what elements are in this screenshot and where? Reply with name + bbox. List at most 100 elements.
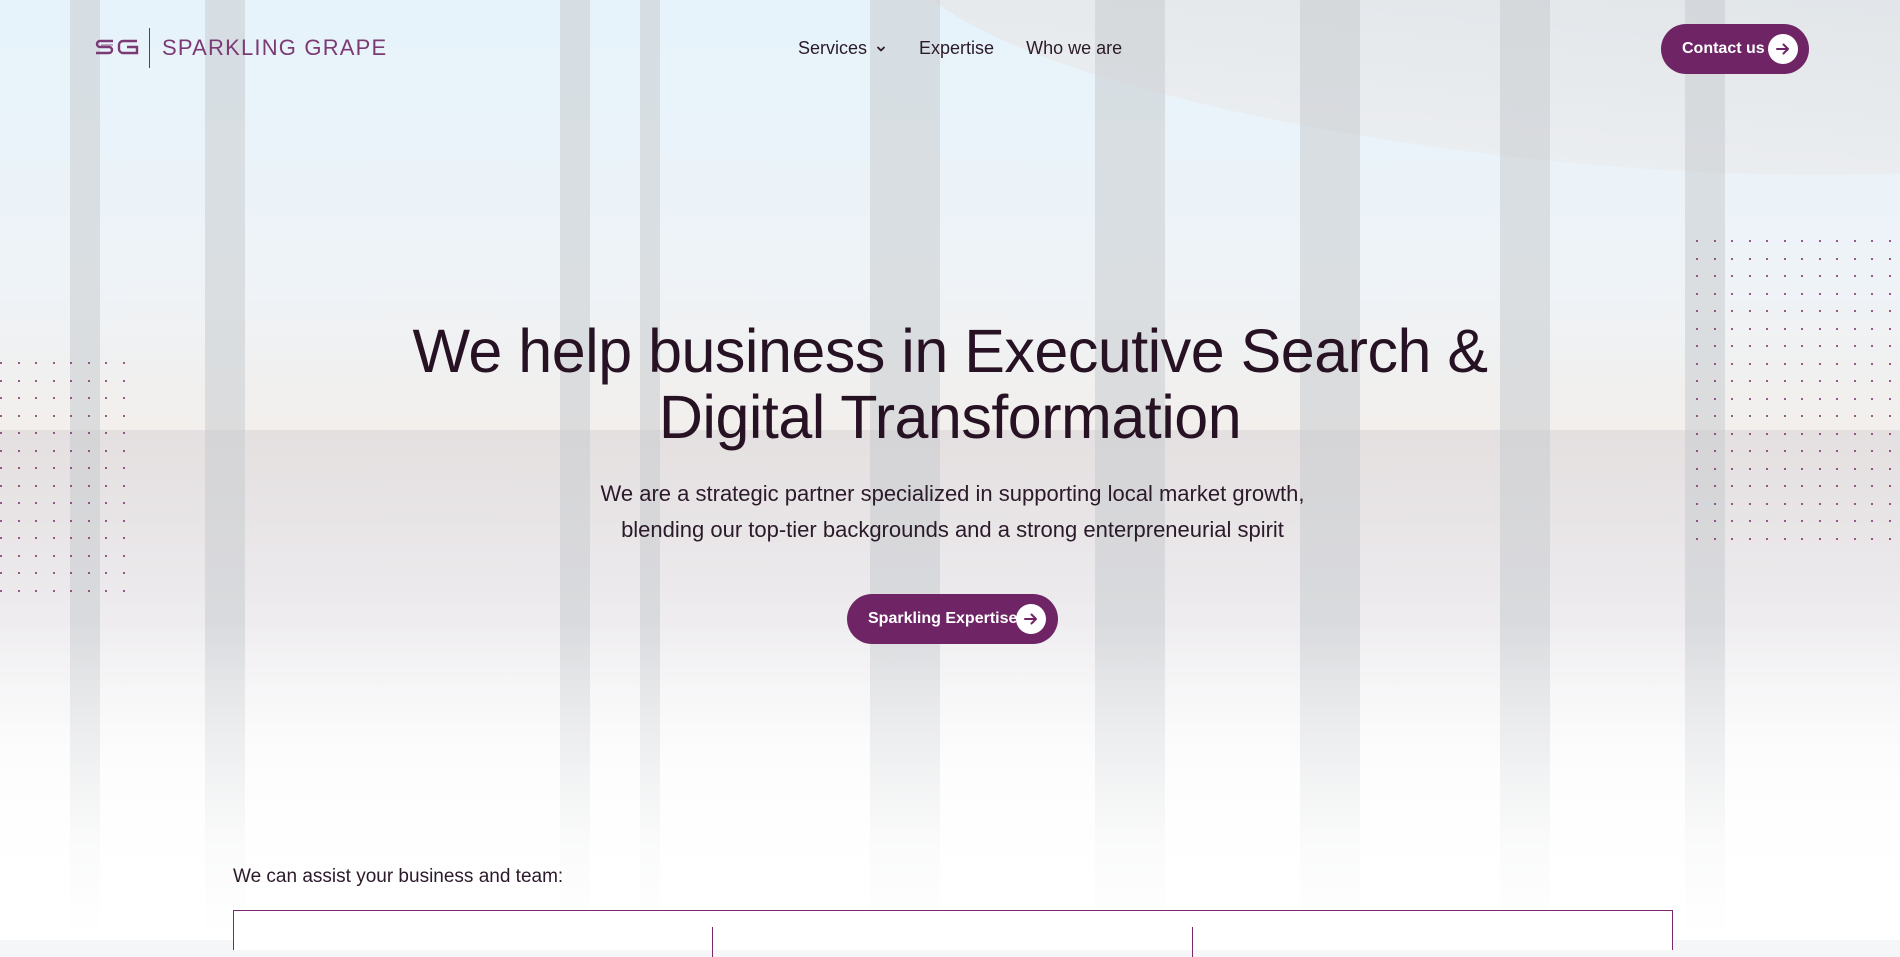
dot: [1748, 520, 1751, 522]
nav-item-expertise[interactable]: Expertise: [919, 38, 994, 59]
dot: [17, 362, 20, 364]
dot: [122, 572, 125, 574]
dot: [0, 537, 2, 539]
dot: [1888, 537, 1891, 540]
dot: [1871, 467, 1873, 470]
dot: [87, 397, 90, 399]
dot: [1713, 240, 1716, 242]
dot: [1748, 275, 1751, 277]
dot: [1766, 345, 1768, 347]
dot: [1888, 485, 1891, 487]
dot: [1871, 485, 1873, 487]
dot: [0, 589, 2, 592]
dot: [1853, 310, 1856, 312]
dot: [70, 519, 72, 522]
dot: [87, 449, 90, 452]
dot: [0, 519, 2, 522]
dot: [1696, 257, 1698, 260]
dot: [1696, 485, 1698, 487]
dot: [122, 502, 125, 504]
dot: [1801, 397, 1803, 400]
dot: [1766, 380, 1768, 382]
dot: [1888, 362, 1891, 365]
dot: [1801, 292, 1803, 295]
dot: [1888, 292, 1891, 295]
bottom-fade: [0, 620, 1900, 940]
dot: [1818, 240, 1821, 242]
contact-us-label: Contact us: [1682, 40, 1765, 57]
dot: [1713, 520, 1716, 522]
dot: [1766, 537, 1768, 540]
dot: [1731, 327, 1733, 330]
dot: [1748, 257, 1751, 260]
dot: [1696, 310, 1698, 312]
dot: [1696, 292, 1698, 295]
brand-logo[interactable]: SPARKLING GRAPE: [95, 28, 387, 68]
dot: [1783, 275, 1786, 277]
dot-pattern-left: [0, 362, 150, 592]
dot: [122, 484, 125, 487]
dot: [1836, 432, 1838, 435]
dot: [1731, 380, 1733, 382]
dot: [35, 537, 37, 539]
dot: [1836, 327, 1838, 330]
dot: [52, 397, 55, 399]
dot: [1696, 380, 1698, 382]
dot: [1766, 257, 1768, 260]
dot: [1888, 397, 1891, 400]
hero-title-line-2: Digital Transformation: [658, 383, 1242, 451]
dot: [1836, 362, 1838, 365]
dot: [1713, 327, 1716, 330]
hero-title-line-1: We help business in Executive Search &: [412, 317, 1488, 385]
nav-item-services[interactable]: Services: [798, 38, 887, 59]
nav-item-who-we-are[interactable]: Who we are: [1026, 38, 1122, 59]
dot: [1783, 257, 1786, 260]
dot: [1748, 240, 1751, 242]
contact-us-button[interactable]: Contact us: [1661, 24, 1809, 74]
dot: [1783, 485, 1786, 487]
dot: [1731, 240, 1733, 242]
dot: [17, 554, 20, 557]
dot: [1818, 292, 1821, 295]
dot: [1731, 415, 1733, 417]
dot: [1713, 310, 1716, 312]
dot: [1696, 450, 1698, 452]
dot: [1853, 520, 1856, 522]
dot: [1783, 467, 1786, 470]
dot: [52, 519, 55, 522]
dot: [87, 554, 90, 557]
dot: [1853, 257, 1856, 260]
arrow-right-icon: [1016, 604, 1046, 634]
dot: [1783, 415, 1786, 417]
dot: [1748, 432, 1751, 435]
dot: [1801, 537, 1803, 540]
dot: [1713, 292, 1716, 295]
dot: [70, 379, 72, 382]
sparkling-expertise-button[interactable]: Sparkling Expertise: [847, 594, 1058, 644]
dot: [1766, 520, 1768, 522]
dot: [1871, 275, 1873, 277]
dot: [1766, 327, 1768, 330]
dot: [70, 484, 72, 487]
dot: [1801, 345, 1803, 347]
dot: [1783, 450, 1786, 452]
dot: [52, 572, 55, 574]
dot: [1783, 380, 1786, 382]
dot: [122, 397, 125, 399]
dot: [52, 589, 55, 592]
dot: [1766, 292, 1768, 295]
dot: [122, 414, 125, 417]
dot: [70, 572, 72, 574]
dot: [1748, 292, 1751, 295]
dot: [1853, 327, 1856, 330]
dot: [1801, 415, 1803, 417]
dot: [105, 484, 107, 487]
dot: [105, 554, 107, 557]
dot: [122, 589, 125, 592]
dot: [1748, 467, 1751, 470]
dot: [1871, 520, 1873, 522]
card-divider: [712, 927, 713, 957]
dot: [87, 414, 90, 417]
dot: [87, 572, 90, 574]
dot: [87, 432, 90, 434]
